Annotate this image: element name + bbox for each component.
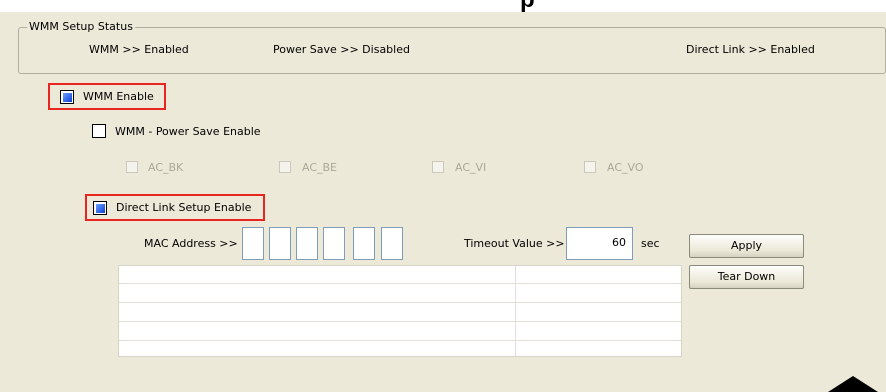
ac-vi-label: AC_VI xyxy=(455,161,487,174)
mac-octet-1-input[interactable] xyxy=(242,227,264,260)
timeout-input[interactable]: 60 xyxy=(566,227,633,260)
mac-octet-3-input[interactable] xyxy=(296,227,318,260)
direct-link-enable-checkbox[interactable] xyxy=(93,201,107,215)
power-save-enable-checkbox[interactable] xyxy=(92,124,106,138)
ac-vo-checkbox[interactable] xyxy=(584,161,596,173)
wmm-status-title: WMM Setup Status xyxy=(27,20,135,33)
ac-bk-label: AC_BK xyxy=(148,161,184,174)
mac-octet-4-input[interactable] xyxy=(323,227,345,260)
mac-octet-2-input[interactable] xyxy=(269,227,291,260)
ac-be-label: AC_BE xyxy=(302,161,338,174)
direct-link-enable-label[interactable]: Direct Link Setup Enable xyxy=(116,201,251,214)
apply-button[interactable]: Apply xyxy=(689,234,804,258)
header-text-fragment: p xyxy=(520,0,535,14)
top-strip xyxy=(0,0,886,12)
timeout-unit: sec xyxy=(641,237,660,250)
timeout-label: Timeout Value >> xyxy=(464,237,565,250)
tear-down-button[interactable]: Tear Down xyxy=(689,265,804,289)
mac-address-label: MAC Address >> xyxy=(144,237,238,250)
direct-link-table[interactable] xyxy=(118,265,682,357)
power-save-status-text: Power Save >> Disabled xyxy=(273,43,410,56)
wmm-enable-label[interactable]: WMM Enable xyxy=(83,90,154,103)
wmm-enable-checkbox[interactable] xyxy=(60,90,74,104)
ac-vi-checkbox[interactable] xyxy=(432,161,444,173)
wmm-status-text: WMM >> Enabled xyxy=(89,43,189,56)
up-arrow-icon xyxy=(828,376,878,392)
ac-be-checkbox[interactable] xyxy=(279,161,291,173)
ac-vo-label: AC_VO xyxy=(607,161,644,174)
direct-link-status-text: Direct Link >> Enabled xyxy=(686,43,815,56)
table-row-divider xyxy=(119,302,681,303)
mac-octet-5-input[interactable] xyxy=(353,227,375,260)
table-row-divider xyxy=(119,283,681,284)
table-column-divider xyxy=(515,266,516,356)
ac-bk-checkbox[interactable] xyxy=(126,161,138,173)
power-save-enable-label[interactable]: WMM - Power Save Enable xyxy=(115,125,261,138)
table-row-divider xyxy=(119,321,681,322)
table-row-divider xyxy=(119,340,681,341)
mac-octet-6-input[interactable] xyxy=(381,227,403,260)
